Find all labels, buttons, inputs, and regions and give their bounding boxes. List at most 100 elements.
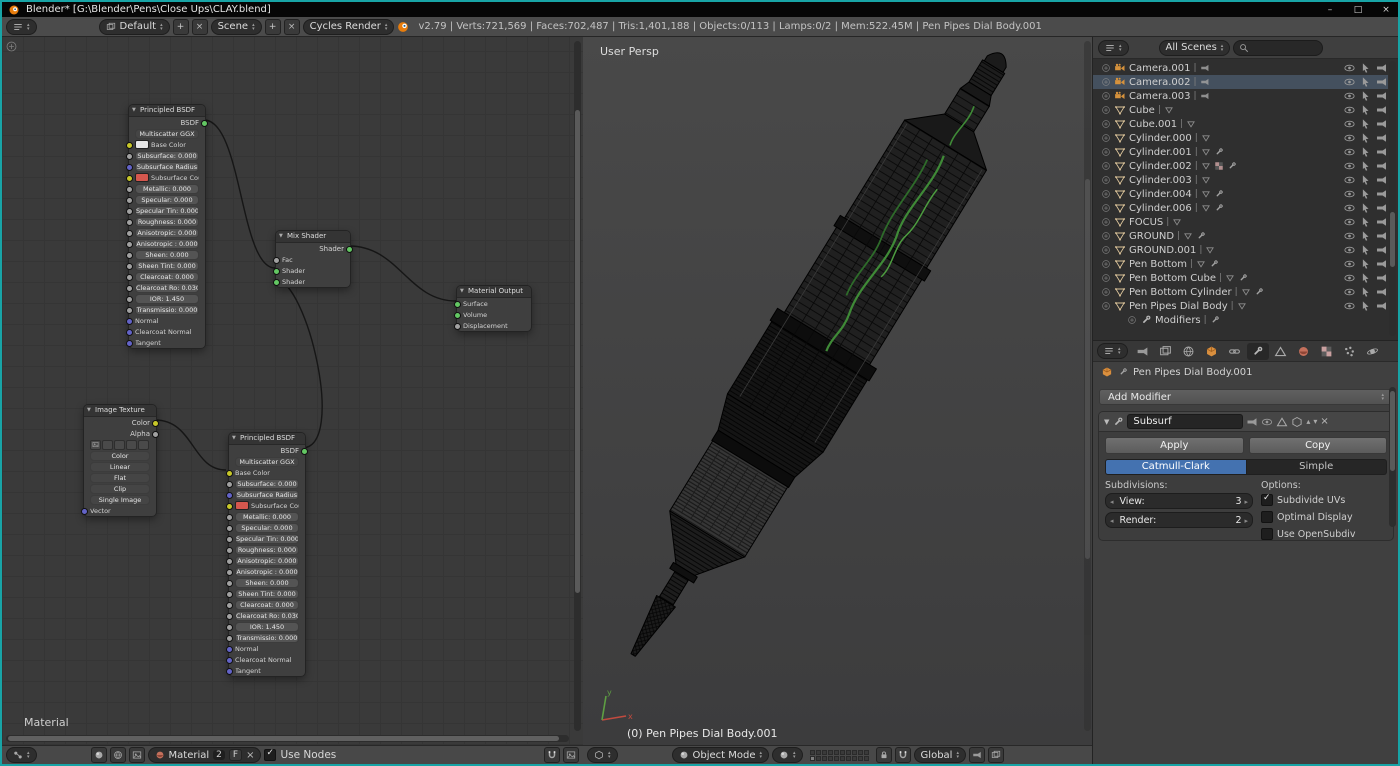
input-socket[interactable] <box>126 285 133 292</box>
output-input-row[interactable]: Displacement <box>457 320 531 331</box>
bsdf-field-row[interactable]: Clearcoat Normal <box>229 654 305 665</box>
bsdf-field-row[interactable]: Tangent <box>129 337 205 348</box>
input-socket[interactable] <box>226 558 233 565</box>
properties-tab[interactable] <box>1362 343 1384 360</box>
bsdf-field-row[interactable]: Clearcoat: 0.000 <box>229 599 305 610</box>
expand-icon[interactable] <box>1101 63 1111 73</box>
properties-tab[interactable] <box>1270 343 1292 360</box>
expand-icon[interactable] <box>1101 273 1111 283</box>
editor-type-3dview-button[interactable] <box>587 747 618 763</box>
expand-icon[interactable] <box>1127 315 1137 325</box>
selectability-cursor-icon[interactable] <box>1359 146 1372 158</box>
outliner-row[interactable]: Cylinder.003 | <box>1093 173 1388 187</box>
bsdf-field-row[interactable]: Sheen: 0.000 <box>129 249 205 260</box>
visibility-eye-icon[interactable] <box>1343 286 1356 298</box>
mode-dropdown[interactable]: Object Mode <box>672 747 770 763</box>
object-name[interactable]: GROUND <box>1129 231 1174 242</box>
modifier-option[interactable]: Use OpenSubdiv <box>1261 527 1387 541</box>
increment-icon[interactable] <box>1244 496 1248 507</box>
scrollbar-thumb[interactable] <box>8 736 559 741</box>
object-name[interactable]: FOCUS <box>1129 217 1163 228</box>
visibility-eye-icon[interactable] <box>1343 244 1356 256</box>
cage-icon[interactable] <box>1291 416 1303 428</box>
node-header[interactable]: Principled BSDF <box>229 433 305 445</box>
output-input-row[interactable]: Surface <box>457 298 531 309</box>
input-socket[interactable] <box>226 602 233 609</box>
input-socket[interactable] <box>126 296 133 303</box>
use-nodes-checkbox[interactable] <box>264 749 276 761</box>
backdrop-toggle-icon[interactable] <box>563 747 579 763</box>
bsdf-field-row[interactable]: Normal <box>129 315 205 326</box>
renderability-camera-icon[interactable] <box>1375 174 1388 186</box>
editor-type-properties-button[interactable] <box>1097 343 1128 359</box>
selectability-cursor-icon[interactable] <box>1359 300 1372 312</box>
menu-item[interactable] <box>657 749 669 761</box>
expand-icon[interactable] <box>1101 259 1111 269</box>
input-socket[interactable] <box>126 230 133 237</box>
visibility-eye-icon[interactable] <box>1343 62 1356 74</box>
input-socket[interactable] <box>126 175 133 182</box>
input-socket[interactable] <box>226 514 233 521</box>
delete-modifier-icon[interactable] <box>1320 416 1328 427</box>
bsdf-field-row[interactable]: Anisotropic: 0.000 <box>229 555 305 566</box>
maximize-icon[interactable] <box>1352 5 1364 15</box>
input-socket[interactable] <box>126 241 133 248</box>
input-socket[interactable] <box>126 340 133 347</box>
object-name[interactable]: Cylinder.000 <box>1129 133 1192 144</box>
scrollbar-thumb[interactable] <box>1085 179 1090 559</box>
input-socket[interactable] <box>273 279 280 286</box>
menu-item[interactable] <box>52 749 64 761</box>
bsdf-field-row[interactable]: Roughness: 0.000 <box>129 216 205 227</box>
vertical-scrollbar[interactable] <box>1389 61 1396 336</box>
mix-input-row[interactable]: Fac <box>276 254 350 265</box>
input-socket[interactable] <box>226 547 233 554</box>
object-name[interactable]: Modifiers <box>1155 315 1201 326</box>
properties-tab[interactable] <box>1339 343 1361 360</box>
bsdf-field-row[interactable]: Sheen Tint: 0.000 <box>229 588 305 599</box>
bsdf-field-row[interactable]: Anisotropic : 0.000 <box>129 238 205 249</box>
bsdf-field-row[interactable]: Clearcoat Ro: 0.030 <box>229 610 305 621</box>
menu-item[interactable] <box>1144 42 1156 53</box>
input-socket[interactable] <box>226 635 233 642</box>
input-socket[interactable] <box>126 274 133 281</box>
selectability-cursor-icon[interactable] <box>1359 90 1372 102</box>
snap-magnet-icon[interactable] <box>544 747 560 763</box>
modifier-option[interactable]: Subdivide UVs <box>1261 493 1387 507</box>
visibility-eye-icon[interactable] <box>1343 216 1356 228</box>
input-socket[interactable] <box>226 536 233 543</box>
menu-item[interactable] <box>621 749 633 761</box>
node-editor[interactable]: Principled BSDF BSDF Multiscatter GGX Ba… <box>2 37 583 745</box>
unlink-material-icon[interactable] <box>246 750 254 761</box>
bsdf-field-row[interactable]: Subsurface: 0.000 <box>229 478 305 489</box>
input-socket[interactable] <box>226 591 233 598</box>
visibility-eye-icon[interactable] <box>1343 132 1356 144</box>
image-new-icon[interactable] <box>102 440 113 450</box>
input-socket[interactable] <box>273 257 280 264</box>
node-principled-bsdf-1[interactable]: Principled BSDF BSDF Multiscatter GGX Ba… <box>128 104 206 349</box>
scrollbar-thumb[interactable] <box>1390 212 1395 267</box>
lock-icon[interactable] <box>876 747 892 763</box>
vector-input-row[interactable]: Vector <box>84 505 156 516</box>
object-name[interactable]: Pen Bottom Cylinder <box>1129 287 1232 298</box>
checkbox[interactable] <box>1261 494 1273 506</box>
screen-layout-selector[interactable]: Default <box>99 19 170 35</box>
renderability-camera-icon[interactable] <box>1375 118 1388 130</box>
object-name[interactable]: Camera.002 <box>1129 77 1191 88</box>
input-socket[interactable] <box>273 268 280 275</box>
scrollbar-thumb[interactable] <box>1390 391 1395 471</box>
expand-icon[interactable] <box>1101 217 1111 227</box>
input-socket[interactable] <box>126 219 133 226</box>
expand-icon[interactable] <box>1101 147 1111 157</box>
input-socket[interactable] <box>226 503 233 510</box>
texture-dropdown[interactable]: Linear <box>84 461 156 472</box>
visibility-eye-icon[interactable] <box>1343 90 1356 102</box>
expand-icon[interactable] <box>1101 287 1111 297</box>
outliner-row[interactable]: Pen Bottom Cube | <box>1093 271 1388 285</box>
object-name[interactable]: Camera.001 <box>1129 63 1191 74</box>
mix-input-row[interactable]: Shader <box>276 265 350 276</box>
visibility-eye-icon[interactable] <box>1343 300 1356 312</box>
outliner-row[interactable]: Camera.001 | <box>1093 61 1388 75</box>
move-up-icon[interactable] <box>1306 416 1310 427</box>
outliner-row[interactable]: FOCUS | <box>1093 215 1388 229</box>
distribution-dropdown[interactable]: Multiscatter GGX <box>129 128 205 139</box>
